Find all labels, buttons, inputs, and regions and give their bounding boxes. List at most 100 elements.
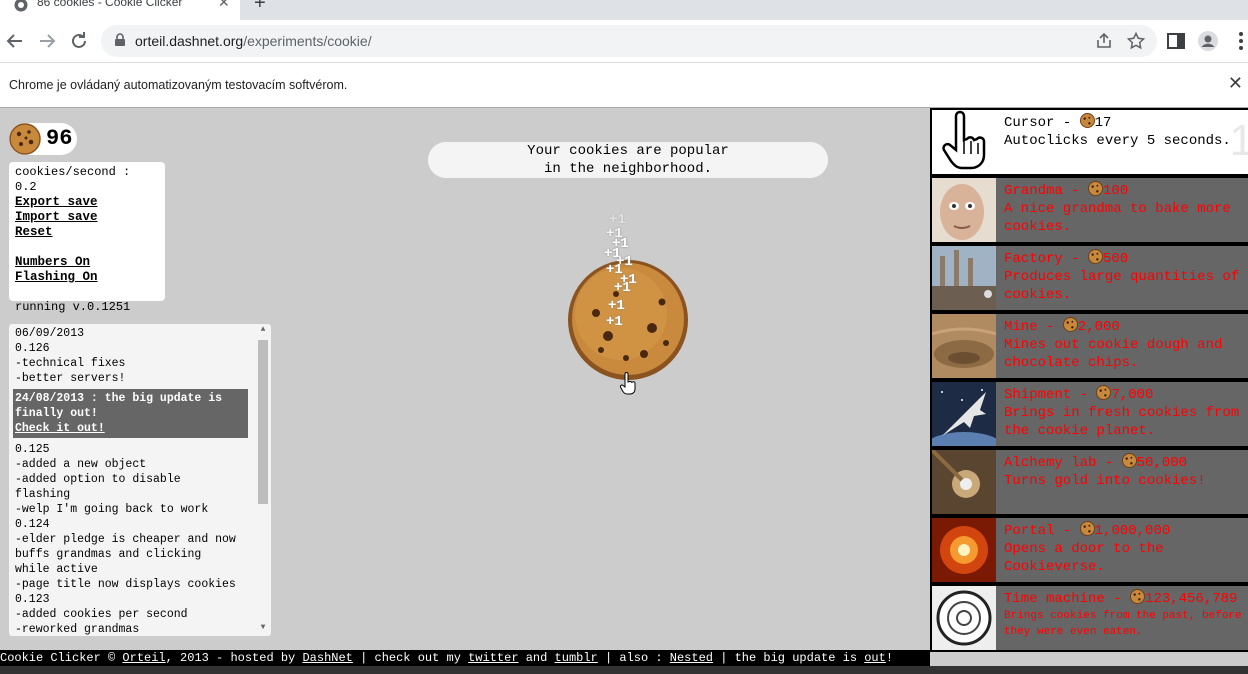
cookie-icon [1079, 521, 1095, 536]
store-item-title: Factory - 500 [1004, 249, 1129, 267]
store-item-desc: A nice grandma to bake more cookies. [1004, 201, 1231, 235]
store-item-desc: Brings in fresh cookies from the cookie … [1004, 405, 1240, 439]
store-item-time-machine[interactable]: Time machine - 123,456,789 Brings cookie… [932, 586, 1248, 650]
scroll-up-icon[interactable]: ▲ [258, 324, 268, 336]
reload-icon[interactable] [67, 29, 91, 53]
store-item-name: Alchemy lab [1004, 455, 1097, 471]
footer-text: | check out my [352, 651, 469, 665]
footer-text: | also : [597, 651, 670, 665]
mine-icon [932, 314, 996, 378]
changelog-line: flashing [15, 488, 71, 501]
store-item-name: Time machine [1004, 591, 1105, 607]
changelog-line: 0.124 [15, 518, 50, 531]
taskbar-strip [0, 666, 1248, 674]
store-item-name: Mine [1004, 319, 1038, 335]
export-save-link[interactable]: Export save [15, 195, 159, 210]
cookie-icon [1088, 181, 1104, 196]
cookies-per-second: cookies/second : 0.2 [15, 165, 131, 194]
reset-link[interactable]: Reset [15, 225, 159, 240]
store-item-desc: Opens a door to the Cookieverse. [1004, 541, 1164, 575]
store-item-desc: Brings cookies from the past, before the… [1004, 610, 1242, 638]
browser-toolbar: orteil.dashnet.org/experiments/cookie/ [0, 20, 1248, 62]
forward-icon[interactable] [35, 29, 59, 53]
cookie-count-value: 96 [46, 126, 73, 151]
store-item-title: Time machine - 123,456,789 [1004, 589, 1238, 607]
cookie-icon [1062, 317, 1078, 332]
store-item-title: Alchemy lab - 50,000 [1004, 453, 1188, 471]
side-panel-icon[interactable] [1165, 30, 1187, 52]
store-item-name: Portal [1004, 523, 1055, 539]
store-item-cursor[interactable]: Cursor - 17 Autoclicks every 5 seconds. … [932, 110, 1248, 174]
store-item-owned: 1 [1229, 116, 1248, 165]
store-item-text: Factory - 500 Produces large quantities … [1004, 249, 1248, 304]
menu-kebab-icon[interactable] [1230, 30, 1248, 52]
factory-icon [932, 246, 996, 310]
cookie-icon [9, 123, 41, 155]
changelog-line: 06/09/2013 [15, 327, 85, 340]
cookie-icon [1079, 113, 1095, 128]
changelog-line: -welp I'm going back to work [15, 503, 209, 516]
tab-close-icon[interactable]: ✕ [218, 0, 230, 11]
version-text: running v.0.1251 [15, 300, 131, 314]
orteil-link[interactable]: Orteil [122, 651, 165, 665]
store-item-portal[interactable]: Portal - 1,000,000 Opens a door to the C… [932, 518, 1248, 582]
profile-avatar-icon[interactable] [1197, 30, 1219, 52]
store-item-title: Grandma - 100 [1004, 181, 1129, 199]
cookie-icon [1088, 249, 1104, 264]
twitter-link[interactable]: twitter [468, 651, 518, 665]
changelog-scrollbar[interactable]: ▲ ▼ [257, 324, 269, 636]
store-item-price: 100 [1103, 183, 1129, 199]
store-item-text: Mine - 2,000 Mines out cookie dough and … [1004, 317, 1248, 372]
nested-link[interactable]: Nested [670, 651, 713, 665]
store-item-price: 500 [1103, 251, 1129, 267]
store-item-name: Shipment [1004, 387, 1072, 403]
tumblr-link[interactable]: tumblr [555, 651, 598, 665]
news-ticker: Your cookies are popular in the neighbor… [428, 142, 828, 178]
portal-icon [932, 518, 996, 582]
store-item-factory[interactable]: Factory - 500 Produces large quantities … [932, 246, 1248, 310]
store-item-text: Cursor - 17 Autoclicks every 5 seconds. [1004, 113, 1248, 150]
store-item-title: Mine - 2,000 [1004, 317, 1120, 335]
url-host: orteil.dashnet.org [135, 33, 244, 49]
changelog-line: -elder pledge is cheaper and now [15, 533, 236, 546]
check-it-out-link[interactable]: Check it out! [15, 421, 246, 436]
infobar-close-icon[interactable]: ✕ [1228, 73, 1243, 94]
plus-one-popup: +1 [614, 280, 631, 296]
numbers-toggle-link[interactable]: Numbers On [15, 255, 159, 270]
game-area: 96 cookies/second : 0.2 Export save Impo… [0, 108, 1248, 674]
store-item-shipment[interactable]: Shipment - 7,000 Brings in fresh cookies… [932, 382, 1248, 446]
address-bar[interactable]: orteil.dashnet.org/experiments/cookie/ [101, 25, 1157, 57]
changelog-panel[interactable]: 06/09/2013 0.126 -technical fixes -bette… [9, 324, 271, 636]
flashing-toggle-link[interactable]: Flashing On [15, 270, 159, 285]
lock-icon[interactable] [113, 33, 127, 47]
store-item-text: Portal - 1,000,000 Opens a door to the C… [1004, 521, 1248, 576]
share-icon[interactable] [1094, 31, 1114, 51]
new-tab-icon[interactable]: + [254, 0, 266, 15]
store-item-title: Portal - 1,000,000 [1004, 521, 1171, 539]
changelog-line: -page title now displays cookies [15, 578, 236, 591]
dashnet-link[interactable]: DashNet [302, 651, 352, 665]
back-icon[interactable] [3, 29, 27, 53]
favicon-icon [14, 0, 28, 12]
store-item-price: 17 [1094, 115, 1112, 131]
store-item-text: Shipment - 7,000 Brings in fresh cookies… [1004, 385, 1248, 440]
scrollbar-thumb[interactable] [258, 340, 268, 504]
browser-tab[interactable]: 86 cookies - Cookie Clicker ✕ [0, 0, 240, 20]
import-save-link[interactable]: Import save [15, 210, 159, 225]
store-item-grandma[interactable]: Grandma - 100 A nice grandma to bake mor… [932, 178, 1248, 242]
news-line: in the neighborhood. [543, 161, 713, 177]
scroll-down-icon[interactable]: ▼ [258, 622, 268, 634]
footer-text: | the big update is [713, 651, 865, 665]
store-item-title: Cursor - 17 [1004, 113, 1112, 131]
store-item-price: 50,000 [1136, 455, 1188, 471]
changelog-line: while active [15, 563, 98, 576]
out-link[interactable]: out [864, 651, 886, 665]
bookmark-star-icon[interactable] [1126, 31, 1146, 51]
url-path: /experiments/cookie/ [243, 33, 372, 49]
store-item-price: 7,000 [1111, 387, 1154, 403]
store-item-alchemy-lab[interactable]: Alchemy lab - 50,000 Turns gold into coo… [932, 450, 1248, 514]
store-item-price: 2,000 [1077, 319, 1120, 335]
changelog-line: 0.125 [15, 443, 50, 456]
footer-text: and [518, 651, 555, 665]
store-item-mine[interactable]: Mine - 2,000 Mines out cookie dough and … [932, 314, 1248, 378]
